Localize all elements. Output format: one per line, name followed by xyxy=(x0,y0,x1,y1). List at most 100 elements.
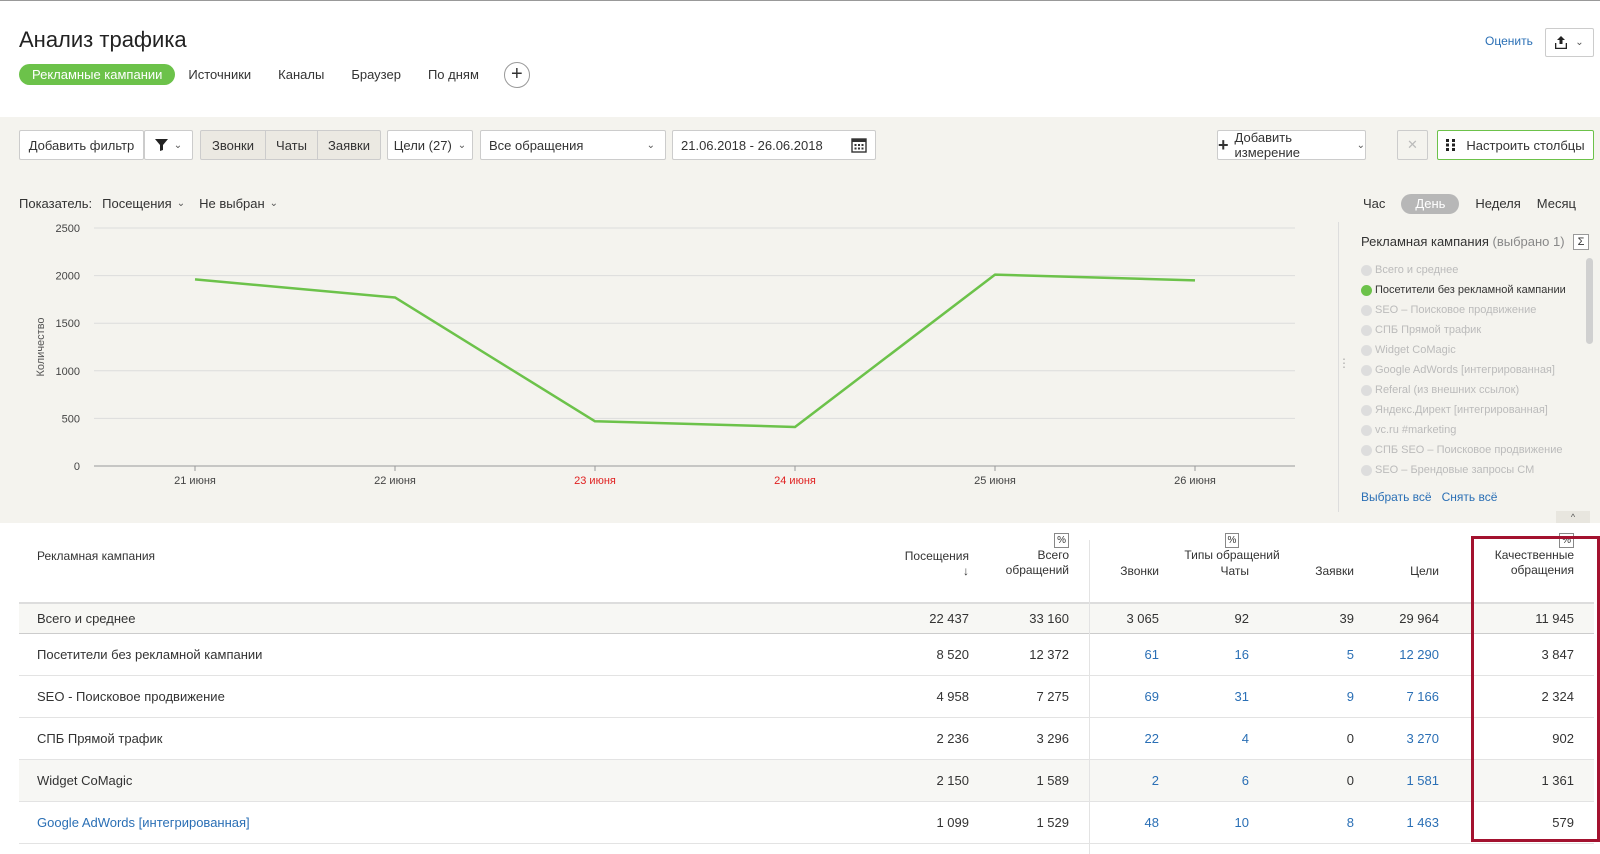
period-day[interactable]: День xyxy=(1401,194,1460,214)
col-total-label-2: обращений xyxy=(1005,563,1069,577)
add-tab-button[interactable]: + xyxy=(503,61,530,88)
cell-forms: 0 xyxy=(1346,773,1354,788)
legend-item[interactable]: Widget CoMagic xyxy=(1361,340,1566,360)
col-visits[interactable]: Посещения ↓ xyxy=(905,549,969,579)
cell-total: 12 372 xyxy=(1029,647,1069,662)
calendar-icon[interactable] xyxy=(851,137,867,153)
tab-channels[interactable]: Каналы xyxy=(278,64,324,85)
cell-calls[interactable]: 2 xyxy=(1152,760,1159,801)
cell-chats[interactable]: 16 xyxy=(1235,634,1249,675)
chevron-down-icon: ⌄ xyxy=(173,139,183,151)
cell-chats[interactable]: 6 xyxy=(1242,760,1249,801)
legend-item-label: СПБ Прямой трафик xyxy=(1375,324,1482,336)
col-chats[interactable]: Чаты xyxy=(1220,564,1249,579)
table-total-row: Всего и среднее 22 437 33 160 3 065 92 39 29 9… xyxy=(19,604,1594,634)
cell-forms[interactable]: 8 xyxy=(1347,802,1354,843)
y-axis-label: Количество xyxy=(35,317,47,376)
cell-visits: 2 236 xyxy=(936,731,969,746)
legend-item[interactable]: Посетители без рекламной кампании xyxy=(1361,280,1566,300)
remove-dimension-button[interactable]: ✕ xyxy=(1397,130,1428,160)
y-tick-label: 2500 xyxy=(56,223,80,235)
cell-forms[interactable]: 9 xyxy=(1347,676,1354,717)
campaign-name[interactable]: Google AdWords [интегрированная] xyxy=(37,802,250,843)
cell-chats[interactable]: 31 xyxy=(1235,676,1249,717)
add-dimension-button[interactable]: + Добавить измерение ⌄ xyxy=(1217,130,1366,160)
requests-select[interactable]: Все обращения ⌄ xyxy=(480,130,666,160)
y-tick-label: 1500 xyxy=(56,318,80,330)
sigma-button[interactable]: Σ xyxy=(1573,234,1589,250)
cell-goals[interactable]: 12 290 xyxy=(1399,634,1439,675)
tab-sources[interactable]: Источники xyxy=(188,64,251,85)
deselect-all-link[interactable]: Снять всё xyxy=(1442,490,1498,504)
legend-dot-icon xyxy=(1361,284,1372,296)
cell-calls[interactable]: 22 xyxy=(1145,718,1159,759)
segment-calls[interactable]: Звонки xyxy=(201,131,266,159)
report-tabs: Рекламные кампании Источники Каналы Брау… xyxy=(19,61,530,88)
resize-handle[interactable]: ⋮ xyxy=(1338,356,1350,370)
sort-down-icon: ↓ xyxy=(963,564,969,578)
add-filter-button[interactable]: Добавить фильтр xyxy=(19,130,144,160)
legend-scrollbar[interactable] xyxy=(1586,258,1593,344)
cell-chats[interactable]: 10 xyxy=(1235,802,1249,843)
collapse-chart-button[interactable]: ^ xyxy=(1556,511,1590,523)
legend-dot-icon xyxy=(1361,444,1372,456)
add-dimension-label: Добавить измерение xyxy=(1234,130,1301,160)
chevron-down-icon: ⌄ xyxy=(176,198,186,209)
legend-item[interactable]: SEO – Брендовые запросы СМ xyxy=(1361,460,1566,480)
cell-goals[interactable]: 7 166 xyxy=(1406,676,1439,717)
col-campaign[interactable]: Рекламная кампания xyxy=(37,549,155,564)
x-tick-label: 21 июня xyxy=(174,475,216,487)
metric-dropdown-primary[interactable]: Посещения ⌄ xyxy=(102,196,185,211)
col-total-requests[interactable]: % Всего обращений xyxy=(1006,532,1069,578)
col-calls[interactable]: Звонки xyxy=(1120,564,1159,579)
cell-calls[interactable]: 69 xyxy=(1145,676,1159,717)
cell-goals[interactable]: 3 270 xyxy=(1406,718,1439,759)
legend-item[interactable]: Google AdWords [интегрированная] xyxy=(1361,360,1566,380)
campaign-name: SEO - Поисковое продвижение xyxy=(37,689,225,704)
segment-chats[interactable]: Чаты xyxy=(266,131,318,159)
filter-dropdown[interactable]: ⌄ xyxy=(144,130,193,160)
legend-item[interactable]: SEO – Поисковое продвижение xyxy=(1361,300,1566,320)
select-all-link[interactable]: Выбрать всё xyxy=(1361,490,1432,504)
configure-columns-button[interactable]: Настроить столбцы xyxy=(1437,130,1594,160)
cell-chats[interactable]: 4 xyxy=(1242,718,1249,759)
legend-list: Всего и среднее Посетители без рекламной … xyxy=(1361,260,1566,480)
cell-calls[interactable]: 61 xyxy=(1145,634,1159,675)
legend-dot-icon xyxy=(1361,464,1372,476)
legend-title-text: Рекламная кампания xyxy=(1361,234,1489,249)
table-header: Рекламная кампания Посещения ↓ % Всего о… xyxy=(19,530,1594,604)
cell-goals[interactable]: 1 463 xyxy=(1406,802,1439,843)
tab-campaigns[interactable]: Рекламные кампании xyxy=(19,64,176,85)
legend-actions: Выбрать всё Снять всё xyxy=(1361,490,1497,504)
legend-item[interactable]: Яндекс.Директ [интегрированная] xyxy=(1361,400,1566,420)
col-forms[interactable]: Заявки xyxy=(1315,564,1354,579)
legend-item[interactable]: СПБ Прямой трафик xyxy=(1361,320,1566,340)
pct-toggle[interactable]: % xyxy=(1224,533,1240,548)
x-tick-label: 25 июня xyxy=(974,475,1016,487)
cell-calls[interactable]: 48 xyxy=(1145,802,1159,843)
cell-chats: 92 xyxy=(1234,611,1249,626)
legend-item[interactable]: vc.ru #marketing xyxy=(1361,420,1566,440)
requests-select-value: Все обращения xyxy=(489,137,584,153)
period-month[interactable]: Месяц xyxy=(1537,194,1576,214)
legend-item[interactable]: Всего и среднее xyxy=(1361,260,1566,280)
segment-forms[interactable]: Заявки xyxy=(318,131,380,159)
tab-browser[interactable]: Браузер xyxy=(351,64,401,85)
export-button[interactable]: ⌄ xyxy=(1545,28,1594,57)
pct-toggle[interactable]: % xyxy=(1054,533,1069,548)
cell-forms[interactable]: 5 xyxy=(1347,634,1354,675)
date-range-picker[interactable]: 21.06.2018 - 26.06.2018 xyxy=(672,130,876,160)
cell-visits: 8 520 xyxy=(936,647,969,662)
legend-item-label: Google AdWords [интегрированная] xyxy=(1375,364,1555,376)
period-hour[interactable]: Час xyxy=(1363,194,1385,214)
legend-item[interactable]: Referal (из внешних ссылок) xyxy=(1361,380,1566,400)
col-goals[interactable]: Цели xyxy=(1410,564,1439,579)
legend-item-label: Widget CoMagic xyxy=(1375,344,1456,356)
metric-dropdown-secondary[interactable]: Не выбран ⌄ xyxy=(199,196,278,211)
goals-dropdown[interactable]: Цели (27) ⌄ xyxy=(387,130,473,160)
rate-link[interactable]: Оценить xyxy=(1485,34,1533,48)
period-week[interactable]: Неделя xyxy=(1475,194,1520,214)
legend-item[interactable]: СПБ SEO – Поисковое продвижение xyxy=(1361,440,1566,460)
tab-by-days[interactable]: По дням xyxy=(428,64,479,85)
cell-goals[interactable]: 1 581 xyxy=(1406,760,1439,801)
